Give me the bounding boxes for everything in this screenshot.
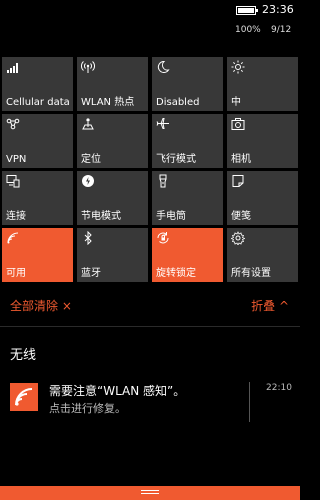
tile-label: 相机 <box>231 154 251 165</box>
tile-note[interactable]: 便笺 <box>227 171 298 225</box>
tile-connect[interactable]: 连接 <box>2 171 73 225</box>
battery-icon <box>236 6 258 15</box>
divider <box>249 382 250 422</box>
tile-rotation-lock[interactable]: 旋转锁定 <box>152 228 223 282</box>
notification-group-title: 无线 <box>10 348 37 363</box>
wifi-icon <box>6 231 20 245</box>
tile-label: 飞行模式 <box>156 154 196 165</box>
tile-label: Disabled <box>156 97 200 108</box>
tile-wifi[interactable]: 可用 <box>2 228 73 282</box>
tile-label: 定位 <box>81 154 101 165</box>
date: 9/12 <box>271 25 292 35</box>
tile-label: 所有设置 <box>231 268 271 279</box>
gear-icon <box>231 231 245 245</box>
bluetooth-icon <box>81 231 95 245</box>
camera-icon <box>231 117 245 131</box>
tile-label: 节电模式 <box>81 211 121 222</box>
tile-label: 旋转锁定 <box>156 268 196 279</box>
moon-icon <box>156 60 170 74</box>
tile-all-settings[interactable]: 所有设置 <box>227 228 298 282</box>
tile-brightness[interactable]: 中 <box>227 57 298 111</box>
flashlight-icon <box>156 174 170 188</box>
tile-flashlight[interactable]: 手电筒 <box>152 171 223 225</box>
battery-saver-icon <box>81 174 95 188</box>
tile-vpn[interactable]: VPN <box>2 114 73 168</box>
vpn-icon <box>6 117 20 131</box>
notification-title: 需要注意“WLAN 感知”。 <box>49 384 186 398</box>
rotation-lock-icon <box>156 231 170 245</box>
tile-wlan-hotspot[interactable]: WLAN 热点 <box>77 57 148 111</box>
notification-time: 22:10 <box>266 383 292 393</box>
wifi-icon <box>10 383 38 411</box>
tile-label: Cellular data <box>6 97 70 108</box>
location-icon <box>81 117 95 131</box>
tile-label: 连接 <box>6 211 26 222</box>
collapse-button[interactable]: 折叠 ^ <box>251 297 289 314</box>
wifi-hotspot-icon <box>81 60 95 74</box>
connect-icon <box>6 174 20 188</box>
tile-airplane-mode[interactable]: 飞行模式 <box>152 114 223 168</box>
clear-all-button[interactable]: 全部清除 × <box>10 297 72 314</box>
tile-location[interactable]: 定位 <box>77 114 148 168</box>
battery-percent: 100% <box>235 25 261 35</box>
airplane-icon <box>156 117 170 131</box>
notification-item[interactable]: 需要注意“WLAN 感知”。 点击进行修复。 22:10 <box>0 380 300 426</box>
note-icon <box>231 174 245 188</box>
tile-quiet-hours[interactable]: Disabled <box>152 57 223 111</box>
clock: 23:36 <box>262 3 294 16</box>
brightness-icon <box>231 60 245 74</box>
action-center-handle[interactable] <box>0 486 300 500</box>
tile-label: VPN <box>6 154 27 165</box>
grip-icon <box>141 489 159 497</box>
signal-bars-icon <box>6 60 20 74</box>
tile-label: 蓝牙 <box>81 268 101 279</box>
tile-cellular-data[interactable]: Cellular data <box>2 57 73 111</box>
tile-label: 便笺 <box>231 211 251 222</box>
tile-label: WLAN 热点 <box>81 97 135 108</box>
tile-camera[interactable]: 相机 <box>227 114 298 168</box>
tile-label: 中 <box>231 97 241 108</box>
tile-bluetooth[interactable]: 蓝牙 <box>77 228 148 282</box>
status-bar: 23:36 100% 9/12 <box>0 0 300 40</box>
battery-level <box>238 8 254 13</box>
tile-label: 可用 <box>6 268 26 279</box>
tile-label: 手电筒 <box>156 211 186 222</box>
divider <box>0 326 300 327</box>
tile-battery-saver[interactable]: 节电模式 <box>77 171 148 225</box>
notification-body: 点击进行修复。 <box>49 402 126 415</box>
